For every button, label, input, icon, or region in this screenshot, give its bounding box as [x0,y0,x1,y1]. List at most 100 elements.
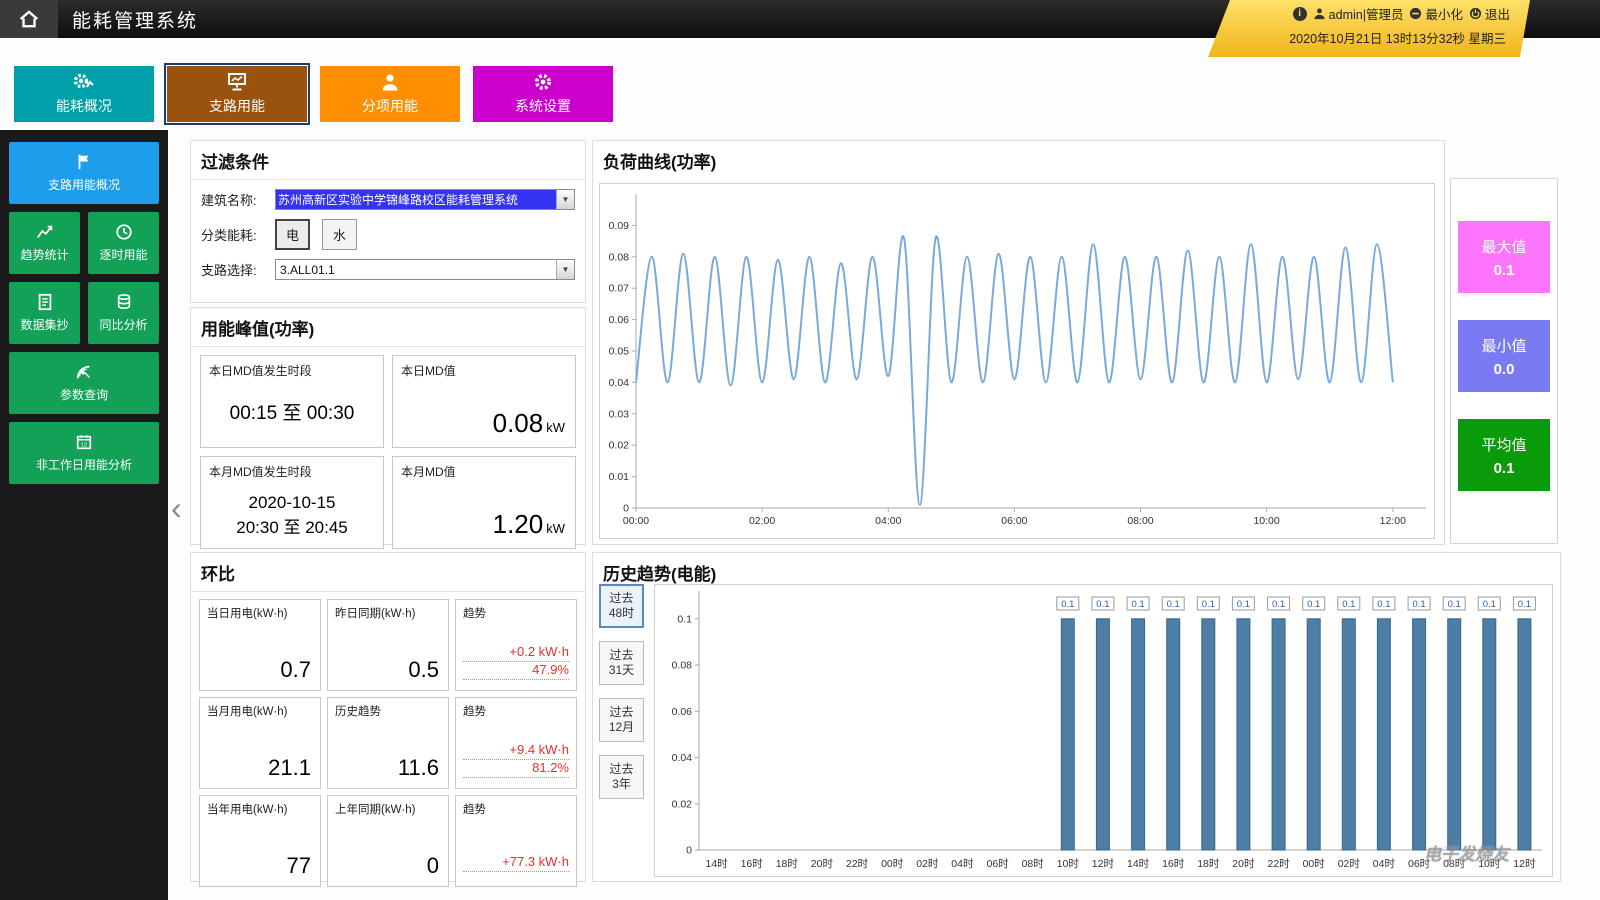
sidebar-item-nonworkday-analysis[interactable]: 12 非工作日用能分析 [9,422,159,484]
bar [1132,619,1145,850]
load-curve-svg: 00.010.020.030.040.050.060.070.080.0900:… [600,184,1434,538]
y-tick-label: 0.02 [672,798,693,810]
bar [1237,619,1250,850]
bar [1202,619,1215,850]
logout-label: 退出 [1485,4,1510,23]
peak-card-month-md: 本月MD值 1.20kW [392,456,576,549]
range-button-48h[interactable]: 过去 48时 [599,584,644,628]
range-button-12m[interactable]: 过去 12月 [599,698,644,742]
branch-select-value: 3.ALL01.1 [276,262,556,278]
chevron-down-icon[interactable]: ▼ [556,190,574,209]
range-label: 过去 [609,762,633,777]
peak-card-label: 本月MD值 [401,463,456,480]
x-tick-label: 00:00 [623,515,649,527]
y-tick-label: 0.07 [609,283,630,295]
trend-card: 趋势 +9.4 kW·h 81.2% [455,697,577,789]
y-tick-label: 0.04 [609,377,630,389]
x-tick-label: 02:00 [749,515,775,527]
tab-energy-overview[interactable]: 能耗概况 [14,66,154,122]
card-label: 当月用电(kW·h) [207,703,288,719]
peak-card-unit: kW [546,521,565,536]
sidebar: 支路用能概况 趋势统计 逐时用能 [0,130,168,900]
x-tick-label: 16时 [1162,858,1185,870]
sidebar-item-hourly-energy[interactable]: 逐时用能 [88,212,159,274]
calendar-icon: 12 [75,433,93,451]
peak-panel-title: 用能峰值(功率) [191,308,585,347]
category-option-water[interactable]: 水 [322,219,357,250]
person-icon [380,72,400,92]
sidebar-collapse-chevron[interactable]: ‹ [171,492,182,524]
card-label: 趋势 [463,801,486,817]
load-curve-line [636,236,1393,505]
comparison-panel-title: 环比 [191,553,585,592]
history-bar-chart: 00.020.040.060.080.114时16时18时20时22时00时02… [654,584,1553,877]
card-value: 0.7 [280,657,311,683]
sidebar-item-parameter-query[interactable]: 参数查询 [9,352,159,414]
y-tick-label: 0 [686,845,692,857]
logout-button[interactable]: 退出 [1469,4,1510,23]
comparison-card: 历史趋势 11.6 [327,697,449,789]
sidebar-item-label: 逐时用能 [99,246,147,263]
y-tick-label: 0.06 [609,314,630,326]
comparison-card: 当月用电(kW·h) 21.1 [199,697,321,789]
y-tick-label: 0.1 [677,613,692,625]
bar-value-label: 0.1 [1061,599,1074,610]
home-button[interactable] [0,0,58,38]
trend-delta: +9.4 kW·h [463,742,569,760]
building-select-value: 苏州高新区实验中学锦峰路校区能耗管理系统 [276,190,556,209]
category-label: 分类能耗: [201,225,275,244]
y-tick-label: 0.01 [609,471,630,483]
trend-chart-icon [36,223,54,241]
comparison-card: 昨日同期(kW·h) 0.5 [327,599,449,691]
sidebar-item-trend-stats[interactable]: 趋势统计 [9,212,80,274]
stat-min: 最小值 0.0 [1458,320,1550,392]
x-tick-label: 10:00 [1253,515,1279,527]
bar-value-label: 0.1 [1096,599,1109,610]
bar-value-label: 0.1 [1237,599,1250,610]
x-tick-label: 22时 [846,858,869,870]
stats-column: 最大值 0.1 最小值 0.0 平均值 0.1 [1450,178,1558,544]
sidebar-item-label: 数据集抄 [20,316,68,333]
bar-value-label: 0.1 [1518,599,1531,610]
sidebar-item-label: 非工作日用能分析 [36,456,132,473]
card-label: 当日用电(kW·h) [207,605,288,621]
y-tick-label: 0.05 [609,346,630,358]
sidebar-item-meter-reading[interactable]: 数据集抄 [9,282,80,344]
range-button-3y[interactable]: 过去 3年 [599,755,644,799]
x-tick-label: 20时 [1232,858,1255,870]
trend-card: 趋势 +77.3 kW·h [455,795,577,887]
branch-select[interactable]: 3.ALL01.1 ▼ [275,259,575,280]
sidebar-item-yoy-analysis[interactable]: 同比分析 [88,282,159,344]
peak-card-label: 本月MD值发生时段 [209,463,312,480]
y-tick-label: 0 [623,503,629,515]
x-tick-label: 04时 [951,858,974,870]
card-value: 11.6 [398,755,439,781]
building-select[interactable]: 苏州高新区实验中学锦峰路校区能耗管理系统 ▼ [275,189,575,210]
tab-label: 能耗概况 [56,96,112,116]
bar [1096,619,1109,850]
category-option-electric[interactable]: 电 [275,219,310,250]
tab-system-settings[interactable]: 系统设置 [473,66,613,122]
info-icon[interactable]: i [1293,7,1307,21]
minimize-button[interactable]: 最小化 [1409,4,1463,23]
user-menu[interactable]: admin|管理员 [1313,4,1404,23]
building-label: 建筑名称: [201,190,275,209]
flag-icon [75,153,93,171]
card-value: 0.5 [408,657,439,683]
tab-category-energy[interactable]: 分项用能 [320,66,460,122]
user-name: admin|管理员 [1329,4,1404,23]
history-panel: 历史趋势(电能) 过去 48时 过去 31天 过去 12月 过去 3年 00.0… [592,552,1561,882]
card-value: 0 [427,853,439,879]
sidebar-item-branch-overview[interactable]: 支路用能概况 [9,142,159,204]
bar [1413,619,1426,850]
stat-max: 最大值 0.1 [1458,221,1550,293]
card-label: 上年同期(kW·h) [335,801,416,817]
x-tick-label: 12时 [1513,858,1536,870]
range-button-31d[interactable]: 过去 31天 [599,641,644,685]
x-tick-label: 20时 [811,858,834,870]
peak-card-value: 1.20 [493,509,544,539]
tab-branch-energy[interactable]: 支路用能 [167,66,307,122]
tab-label: 支路用能 [209,96,265,116]
x-tick-label: 08:00 [1127,515,1153,527]
chevron-down-icon[interactable]: ▼ [556,260,574,279]
